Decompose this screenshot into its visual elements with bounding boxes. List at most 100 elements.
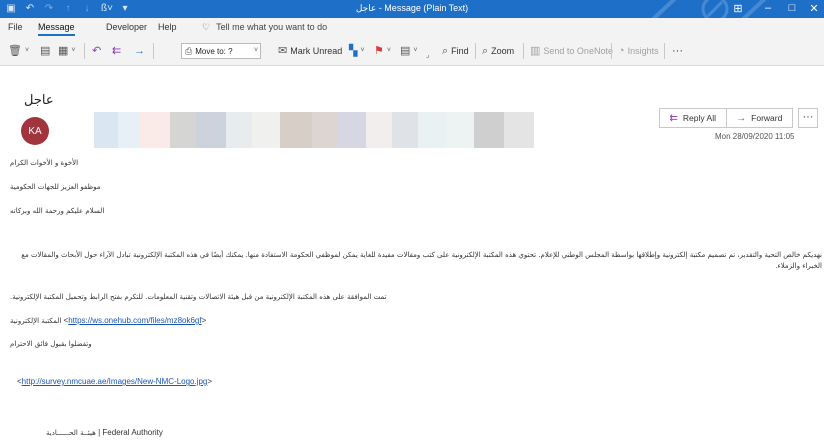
reply-all-button[interactable]: ⇇ Reply All [660,109,726,127]
recipient-blur-block [68,112,94,148]
calendar-icon: ▦ [58,45,69,57]
body-greeting: الأخوة و الأخوات الكرام [10,159,79,167]
lightbulb-icon: ♡ [202,22,211,32]
dialog-launcher[interactable]: ⌟ [426,49,429,63]
zoom-label: Zoom [491,46,515,56]
logo-line: <http://survey.nmcuae.ae/Images/New-NMC-… [17,377,213,386]
reply-all-label: Reply All [682,113,716,123]
menu-tabs: File Message Developer Help ♡ Tell me wha… [0,18,824,36]
reply-actions: ⇇ Reply All → Forward [659,108,793,128]
ribbon: 🗑 ˅ ▤ ▦ ˅ ↶ ⇇ → ⎙ Move to: ? ˅ ✉ Mark Unrea… [0,36,824,66]
recipient-blur-block [392,112,418,148]
search-icon: ⌕ [442,45,449,57]
send-to-onenote-label: Send to OneNote [543,46,613,56]
move-to-dropdown[interactable]: ˅ [254,44,258,58]
minimize-icon[interactable]: – [760,2,776,14]
reply-icon: ↶ [92,45,102,57]
reply-button[interactable]: ↶ [92,44,101,58]
body-approval: تمت الموافقة على هذه المكتبة الإلكترونية… [10,293,387,301]
tab-help[interactable]: Help [158,22,177,32]
body-line3: السلام عليكم ورحمة الله وبركاته [10,207,105,215]
recipient-blur-block [280,112,312,148]
recipient-blur-block [446,112,474,148]
recipient-blur-block [418,112,446,148]
reply-all-icon: ⇇ [112,45,122,57]
logo-link[interactable]: http://survey.nmcuae.ae/Images/New-NMC-L… [22,377,208,386]
expand-icon: ⌟ [426,52,430,59]
divider [475,43,476,59]
recipient-blur-block [94,112,118,148]
ribbon-display-icon[interactable]: ⊞ [730,2,746,15]
message-more-button[interactable]: ··· [798,108,818,128]
divider [84,43,85,59]
close-icon[interactable]: ✕ [806,2,822,15]
tell-me-search[interactable]: ♡ Tell me what you want to do [202,22,327,33]
categorize-icon: ▚ [349,45,358,57]
divider [664,43,665,59]
onenote-icon: ▥ [530,45,541,57]
recipient-blur-block [312,112,338,148]
recipient-blur-block [196,112,226,148]
mark-unread-button[interactable]: ✉ Mark Unread [278,44,342,58]
library-label: المكتبة الإلكترونية [10,317,62,325]
avatar-initials: KA [28,125,42,137]
recipient-blur-block [474,112,504,148]
send-to-onenote-button[interactable]: ▥ Send to OneNote [530,44,613,58]
tab-message[interactable]: Message [38,22,75,36]
move-to-label: Move to: ? [195,46,233,56]
zoom-icon: ⌕ [482,45,489,57]
divider [611,43,612,59]
divider [523,43,524,59]
policy-button[interactable]: ▤ ˅ [400,44,418,58]
policy-icon: ▤ [400,45,411,57]
maximize-icon[interactable]: □ [784,2,800,14]
avatar[interactable]: KA [21,117,49,145]
message-datetime: Mon 28/09/2020 11:05 [715,132,795,141]
chevron-down-icon: ˅ [254,47,259,54]
mark-unread-label: Mark Unread [290,46,343,56]
archive-icon: ▤ [40,45,51,57]
insights-button[interactable]: ◔ Insights [618,44,659,58]
recipient-blur-block [252,112,280,148]
folder-icon: ⎙ [185,46,193,56]
tab-file[interactable]: File [8,22,23,32]
title-bar: ▣ ↶ ↷ ↑ ↓ ß˅ ▾ عاجل - Message (Plain Tex… [0,0,824,24]
delete-button[interactable]: 🗑 ˅ [8,44,29,58]
recipient-blur-block [170,112,196,148]
tab-developer[interactable]: Developer [106,22,147,32]
chevron-down-icon: ˅ [71,47,76,54]
tell-me-text: Tell me what you want to do [216,22,328,32]
library-line: المكتبة الإلكترونية <https://ws.onehub.c… [10,316,207,325]
signature-ar: هيئــة الحــــــادية [46,429,96,437]
reply-all-icon: ⇇ [669,112,678,124]
library-link[interactable]: https://ws.onehub.com/files/mz8ok6gf [68,316,201,325]
recipient-blur-block [140,112,170,148]
chevron-down-icon: ˅ [24,47,30,54]
message-subject: عاجل [24,92,54,107]
forward-button[interactable]: → [134,44,145,58]
categorize-button[interactable]: ▚ ˅ [349,44,365,58]
flag-icon: ⚑ [374,45,384,57]
respond-button[interactable]: ▦ ˅ [58,44,76,58]
follow-up-button[interactable]: ⚑ ˅ [374,44,391,58]
recipient-blur-block [366,112,392,148]
body-line2: موظفو العزيز للجهات الحكومية [10,183,101,191]
trash-icon: 🗑 [8,45,22,57]
find-button[interactable]: ⌕ Find [442,44,469,58]
recipient-blur-block [504,112,534,148]
body-paragraph: نهديكم خالص التحية والتقدير، تم تصميم مك… [21,251,822,270]
find-label: Find [451,46,469,56]
signature-line: هيئــة الحــــــادية | Federal Authority [46,428,163,437]
ribbon-more-button[interactable]: ··· [672,44,683,58]
move-to-box[interactable]: ⎙ Move to: ? [181,43,261,59]
body-closing: وتفضلوا بقبول فائق الاحترام [10,340,92,348]
reply-all-button[interactable]: ⇇ [112,44,121,58]
archive-button[interactable]: ▤ [40,44,50,58]
divider [153,43,154,59]
insights-icon: ◔ [618,45,625,57]
zoom-button[interactable]: ⌕ Zoom [482,44,514,58]
recipient-blur-block [338,112,366,148]
forward-button[interactable]: → Forward [725,109,793,127]
chevron-down-icon: ˅ [360,47,365,54]
recipient-blur-block [118,112,140,148]
